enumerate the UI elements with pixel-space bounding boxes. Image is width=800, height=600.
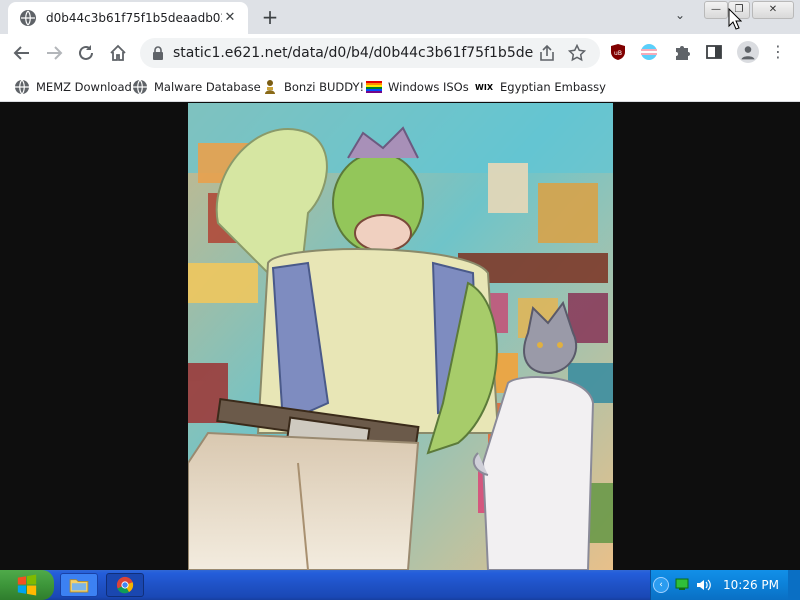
url-text[interactable]: static1.e621.net/data/d0/b4/d0b44c3b61f7…	[173, 45, 533, 61]
displayed-image	[188, 103, 613, 570]
bookmark-label: Egyptian Embassy	[500, 80, 606, 94]
bookmark-label: MEMZ Download	[36, 80, 132, 94]
bookmark-egyptian-embassy[interactable]: WIX Egyptian Embassy	[474, 77, 606, 97]
windows-taskbar: ‹ 10:26 PM	[0, 570, 800, 600]
bookmark-label: Windows ISOs	[388, 80, 469, 94]
home-icon	[110, 44, 126, 61]
reload-button[interactable]	[75, 42, 97, 64]
mouse-cursor-icon	[728, 8, 742, 30]
bookmark-label: Bonzi BUDDY!	[284, 80, 365, 94]
home-button[interactable]	[107, 42, 129, 64]
rainbow-flag-icon	[366, 79, 382, 95]
close-tab-icon[interactable]: ✕	[222, 10, 238, 26]
bookmark-bonzi-buddy[interactable]: Bonzi BUDDY!	[262, 77, 364, 97]
bookmark-windows-isos[interactable]: Windows ISOs	[366, 77, 469, 97]
new-tab-button[interactable]: +	[258, 5, 282, 29]
taskbar-chrome[interactable]	[106, 573, 144, 597]
volume-icon[interactable]	[695, 577, 711, 593]
taskbar-clock[interactable]: 10:26 PM	[723, 578, 779, 592]
network-icon[interactable]	[675, 578, 689, 590]
globe-favicon-icon	[20, 10, 36, 26]
back-button[interactable]	[11, 42, 33, 64]
start-button[interactable]	[0, 570, 54, 600]
folder-icon	[69, 579, 89, 593]
chrome-menu-button[interactable]: ⋮	[770, 43, 786, 61]
tab-search-button[interactable]: ⌄	[670, 8, 690, 26]
forward-button[interactable]	[43, 42, 65, 64]
show-desktop-strip[interactable]	[788, 570, 800, 600]
bookmark-label: Malware Database	[154, 80, 261, 94]
browser-tab[interactable]: d0b44c3b61f75f1b5deaadb02d0210 ✕	[8, 2, 248, 34]
reload-icon	[79, 45, 93, 60]
tab-title: d0b44c3b61f75f1b5deaadb02d0210	[46, 11, 222, 25]
close-window-button[interactable]: ✕	[752, 1, 794, 19]
bookmark-star-icon[interactable]	[568, 44, 586, 62]
minimize-button[interactable]: —	[704, 1, 728, 19]
address-bar[interactable]: static1.e621.net/data/d0/b4/d0b44c3b61f7…	[140, 38, 600, 68]
person-icon	[741, 46, 755, 60]
share-icon[interactable]	[538, 44, 556, 62]
forward-arrow-icon	[47, 46, 63, 60]
chrome-icon	[116, 576, 134, 594]
back-arrow-icon	[13, 46, 29, 60]
artwork-illustration	[188, 103, 613, 570]
windows-logo-icon	[17, 574, 37, 596]
ublock-origin-icon[interactable]: uB	[609, 43, 627, 61]
show-hidden-icons-button[interactable]: ‹	[653, 577, 669, 593]
globe-icon	[14, 79, 30, 95]
browser-toolbar: static1.e621.net/data/d0/b4/d0b44c3b61f7…	[0, 34, 800, 72]
taskbar-file-explorer[interactable]	[60, 573, 98, 597]
wix-icon: WIX	[475, 82, 493, 92]
bonzi-icon	[262, 79, 278, 95]
trans-flag-extension-icon[interactable]	[640, 43, 658, 61]
bookmark-malware-database[interactable]: Malware Database	[132, 77, 261, 97]
profile-avatar[interactable]	[737, 41, 759, 63]
bookmark-memz-download[interactable]: MEMZ Download	[14, 77, 132, 97]
extensions-puzzle-icon[interactable]	[673, 43, 691, 61]
globe-icon	[132, 79, 148, 95]
lock-icon[interactable]	[150, 45, 166, 61]
system-tray: ‹ 10:26 PM	[650, 570, 800, 600]
side-panel-icon[interactable]	[705, 43, 723, 61]
svg-text:uB: uB	[614, 50, 622, 57]
tab-strip: d0b44c3b61f75f1b5deaadb02d0210 ✕ + ⌄ — ❐…	[0, 0, 800, 34]
page-viewport	[0, 103, 800, 570]
bookmarks-bar: MEMZ Download Malware Database Bonzi BUD…	[0, 72, 800, 102]
